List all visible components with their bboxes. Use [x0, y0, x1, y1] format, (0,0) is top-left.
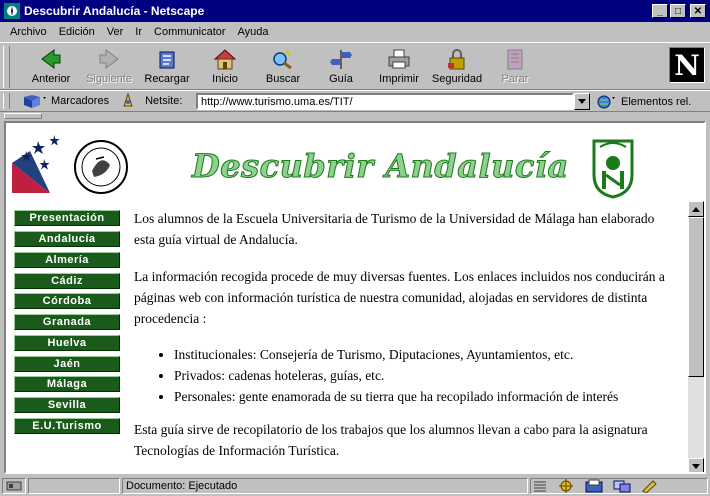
locbar-grip[interactable]	[3, 93, 10, 109]
menu-bar: Archivo Edición Ver Ir Communicator Ayud…	[0, 22, 710, 42]
page-content: Descubrir Andalucía Presentación Andaluc…	[4, 121, 706, 474]
nav-cordoba-button[interactable]: Córdoba	[14, 293, 120, 309]
nav-cadiz-button[interactable]: Cádiz	[14, 273, 120, 289]
nav-andalucia-button[interactable]: Andalucía	[14, 231, 120, 247]
scroll-up-button[interactable]	[688, 201, 704, 217]
netscape-logo[interactable]: N	[669, 47, 705, 83]
guide-button[interactable]: Guía	[312, 46, 370, 88]
progress-panel	[28, 478, 120, 494]
reload-icon	[159, 51, 175, 69]
navigator-icon[interactable]	[557, 479, 575, 493]
back-button[interactable]: Anterior	[22, 46, 80, 88]
sources-list: Institucionales: Consejería de Turismo, …	[134, 344, 674, 407]
url-dropdown-button[interactable]	[574, 93, 590, 110]
netscape-app-icon[interactable]	[4, 3, 20, 19]
collapsed-toolbar-strip	[0, 112, 710, 120]
reload-button[interactable]: Recargar	[138, 46, 196, 88]
status-text: Documento: Ejecutado	[122, 478, 528, 494]
stars-logo-icon	[12, 135, 60, 193]
home-button[interactable]: Inicio	[196, 46, 254, 88]
search-button[interactable]: Buscar	[254, 46, 312, 88]
chevron-down-icon	[578, 99, 586, 104]
menu-ver[interactable]: Ver	[101, 26, 130, 38]
minimize-button[interactable]: _	[652, 4, 668, 18]
nav-malaga-button[interactable]: Málaga	[14, 376, 120, 392]
discussion-icon[interactable]	[613, 479, 631, 493]
security-status-icon	[6, 481, 22, 491]
security-status-panel[interactable]	[2, 478, 26, 494]
forward-button[interactable]: Siguiente	[80, 46, 138, 88]
guide-icon	[330, 50, 352, 69]
chevron-down-icon	[692, 463, 700, 469]
search-icon	[273, 50, 292, 70]
close-button[interactable]: ✕	[690, 4, 706, 18]
back-icon	[41, 49, 61, 69]
junta-andalucia-emblem-icon	[592, 139, 634, 199]
page-proxy-icon[interactable]	[121, 91, 135, 111]
nav-presentacion-button[interactable]: Presentación	[14, 210, 120, 226]
title-bar: Descubrir Andalucía - Netscape _ □ ✕	[0, 0, 710, 22]
lock-icon	[448, 49, 465, 70]
home-icon	[213, 49, 237, 70]
navigation-toolbar: Anterior Siguiente Recargar Inicio Busca…	[0, 42, 710, 90]
menu-edicion[interactable]: Edición	[53, 26, 101, 38]
scroll-down-button[interactable]	[688, 458, 704, 472]
menu-ir[interactable]: Ir	[129, 26, 148, 38]
stop-button[interactable]: Parar	[486, 46, 544, 88]
menu-ayuda[interactable]: Ayuda	[232, 26, 275, 38]
related-icon	[597, 95, 615, 109]
stop-icon	[507, 49, 523, 70]
page-banner: Descubrir Andalucía	[192, 147, 569, 186]
print-icon	[388, 49, 410, 69]
nav-sevilla-button[interactable]: Sevilla	[14, 397, 120, 413]
composer-icon[interactable]	[641, 479, 659, 493]
related-items-button[interactable]: Elementos rel.	[596, 94, 691, 110]
nav-huelva-button[interactable]: Huelva	[14, 335, 120, 351]
university-seal-icon	[74, 140, 128, 194]
purpose-paragraph: Esta guía sirve de recopilatorio de los …	[134, 422, 648, 458]
scroll-thumb[interactable]	[688, 217, 704, 377]
list-item: Institucionales: Consejería de Turismo, …	[174, 344, 674, 365]
bookmarks-icon	[24, 95, 46, 108]
toolbar-grip[interactable]	[3, 46, 10, 88]
forward-icon	[99, 49, 119, 69]
url-input[interactable]: http://www.turismo.uma.es/TIT/	[196, 93, 574, 110]
intro-paragraph: Los alumnos de la Escuela Universitaria …	[134, 211, 655, 247]
sources-paragraph: La información recogida procede de muy d…	[134, 269, 665, 326]
location-bar: Marcadores Netsite: http://www.turismo.u…	[0, 90, 710, 112]
chevron-up-icon	[692, 206, 700, 212]
print-button[interactable]: Imprimir	[370, 46, 428, 88]
mail-icon[interactable]	[585, 479, 603, 493]
security-button[interactable]: Seguridad	[428, 46, 486, 88]
collapsed-toolbar-tab[interactable]	[4, 113, 42, 119]
menu-archivo[interactable]: Archivo	[4, 26, 53, 38]
vertical-scrollbar[interactable]	[688, 201, 704, 472]
netsite-label: Netsite:	[145, 95, 183, 107]
nav-almeria-button[interactable]: Almería	[14, 252, 120, 268]
grip-icon[interactable]	[533, 480, 547, 492]
nav-jaen-button[interactable]: Jaén	[14, 356, 120, 372]
list-item: Privados: cadenas hoteleras, guías, etc.	[174, 365, 674, 386]
bookmarks-button[interactable]: Marcadores	[22, 93, 109, 109]
component-bar	[530, 478, 708, 494]
list-item: Personales: gente enamorada de su tierra…	[174, 386, 674, 407]
status-bar: Documento: Ejecutado	[0, 476, 710, 496]
nav-granada-button[interactable]: Granada	[14, 314, 120, 330]
menu-communicator[interactable]: Communicator	[148, 26, 232, 38]
window-title: Descubrir Andalucía - Netscape	[24, 4, 205, 18]
nav-eu-turismo-button[interactable]: E.U.Turismo	[14, 418, 120, 434]
maximize-button[interactable]: □	[670, 4, 686, 18]
